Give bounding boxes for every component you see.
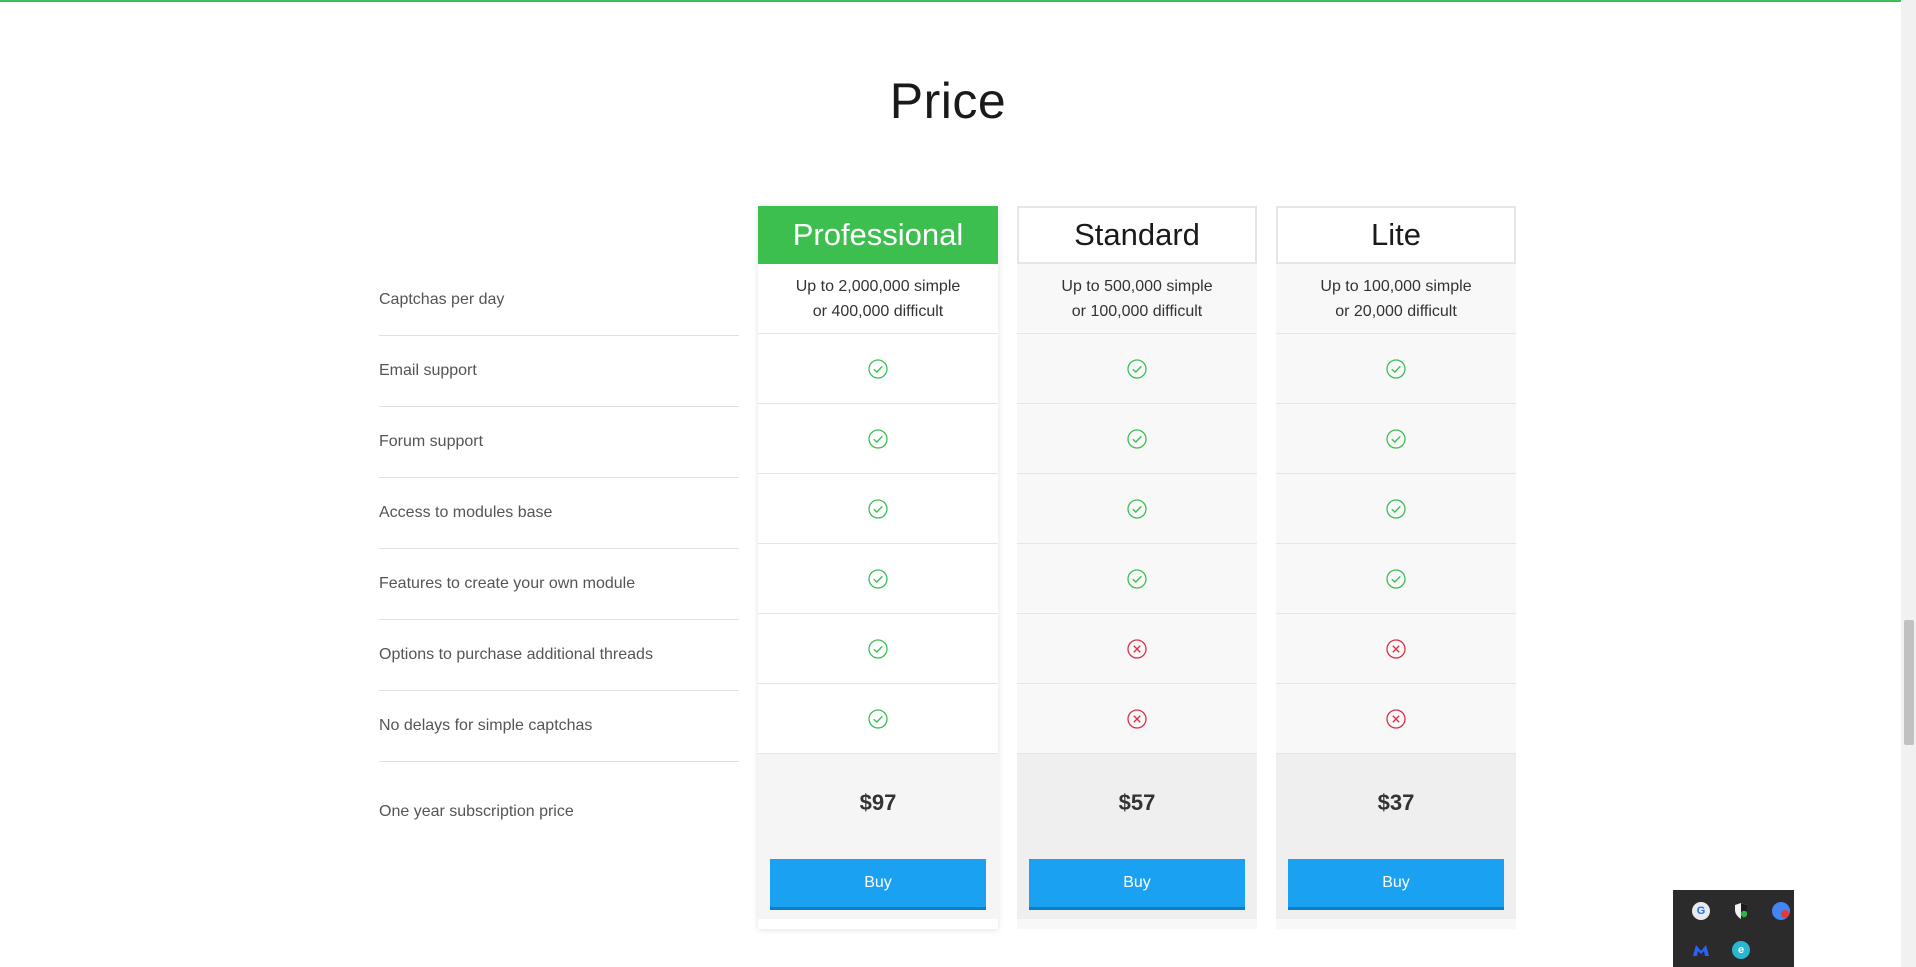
plan-standard: Standard Up to 500,000 simple or 100,000… (1017, 206, 1257, 929)
check-circle-icon (1386, 358, 1406, 379)
feature-cell (1017, 474, 1257, 544)
check-circle-icon (1386, 428, 1406, 449)
captchas-per-day: Up to 2,000,000 simple or 400,000 diffic… (758, 264, 998, 334)
top-border-line (0, 0, 1916, 2)
feature-cell (1017, 614, 1257, 684)
feature-cells (1276, 334, 1516, 754)
feature-cell (758, 614, 998, 684)
feature-cell (758, 684, 998, 754)
feature-cell (1017, 404, 1257, 474)
captchas-difficult: or 20,000 difficult (1335, 302, 1457, 320)
price-area: $97 Buy (758, 754, 998, 919)
price-area: $57 Buy (1017, 754, 1257, 919)
plan-name: Professional (758, 206, 998, 264)
captchas-simple: Up to 500,000 simple (1061, 277, 1213, 295)
feature-label: Access to modules base (379, 478, 739, 549)
feature-cell (1276, 474, 1516, 544)
feature-cell (1017, 684, 1257, 754)
feature-label: No delays for simple captchas (379, 691, 739, 762)
buy-button-lite[interactable]: Buy (1288, 859, 1504, 910)
feature-cell (758, 544, 998, 614)
chrome-badge-icon[interactable] (1772, 902, 1790, 920)
malwarebytes-icon[interactable] (1692, 941, 1710, 959)
x-circle-icon (1386, 708, 1406, 729)
buy-button-standard[interactable]: Buy (1029, 859, 1245, 910)
x-circle-icon (1127, 708, 1147, 729)
captchas-difficult: or 100,000 difficult (1071, 302, 1203, 320)
buy-button-professional[interactable]: Buy (770, 859, 986, 910)
feature-cell (1276, 544, 1516, 614)
feature-label: Captchas per day (379, 265, 739, 336)
captchas-simple: Up to 2,000,000 simple (795, 277, 961, 295)
check-circle-icon (868, 498, 888, 519)
check-circle-icon (1386, 498, 1406, 519)
page-title: Price (889, 73, 1007, 129)
system-tray-overflow: G e (1673, 890, 1794, 967)
feature-cell (1276, 404, 1516, 474)
feature-cells (1017, 334, 1257, 754)
feature-label: Forum support (379, 407, 739, 478)
feature-cell (758, 404, 998, 474)
feature-cell (1017, 544, 1257, 614)
shield-icon[interactable] (1732, 902, 1750, 920)
captchas-simple: Up to 100,000 simple (1320, 277, 1472, 295)
check-circle-icon (868, 568, 888, 589)
check-circle-icon (868, 358, 888, 379)
check-circle-icon (1127, 358, 1147, 379)
check-circle-icon (1127, 428, 1147, 449)
captchas-difficult: or 400,000 difficult (812, 302, 944, 320)
feature-cells (758, 334, 998, 754)
edge-icon[interactable]: e (1732, 941, 1750, 959)
feature-cell (1017, 334, 1257, 404)
captchas-per-day: Up to 500,000 simple or 100,000 difficul… (1017, 264, 1257, 334)
feature-label-price: One year subscription price (379, 803, 574, 820)
check-circle-icon (868, 428, 888, 449)
feature-labels: Captchas per day Email support Forum sup… (379, 265, 739, 862)
plan-price: $37 (1377, 790, 1415, 815)
plan-lite: Lite Up to 100,000 simple or 20,000 diff… (1276, 206, 1516, 929)
feature-cell (1276, 614, 1516, 684)
google-icon[interactable]: G (1692, 902, 1710, 920)
plan-price: $57 (1118, 790, 1156, 815)
check-circle-icon (1127, 498, 1147, 519)
feature-cell (758, 334, 998, 404)
vertical-scrollbar[interactable] (1901, 0, 1916, 967)
plan-price: $97 (859, 790, 897, 815)
feature-label: Options to purchase additional threads (379, 620, 739, 691)
feature-label: Email support (379, 336, 739, 407)
plan-professional: Professional Up to 2,000,000 simple or 4… (758, 206, 998, 929)
price-area: $37 Buy (1276, 754, 1516, 919)
check-circle-icon (868, 708, 888, 729)
feature-cell (1276, 334, 1516, 404)
check-circle-icon (1127, 568, 1147, 589)
plan-name: Standard (1017, 206, 1257, 264)
feature-label: Features to create your own module (379, 549, 739, 620)
check-circle-icon (1386, 568, 1406, 589)
feature-cell (1276, 684, 1516, 754)
feature-cell (758, 474, 998, 544)
scrollbar-thumb[interactable] (1904, 620, 1914, 745)
check-circle-icon (868, 638, 888, 659)
plan-name: Lite (1276, 206, 1516, 264)
x-circle-icon (1386, 638, 1406, 659)
captchas-per-day: Up to 100,000 simple or 20,000 difficult (1276, 264, 1516, 334)
x-circle-icon (1127, 638, 1147, 659)
